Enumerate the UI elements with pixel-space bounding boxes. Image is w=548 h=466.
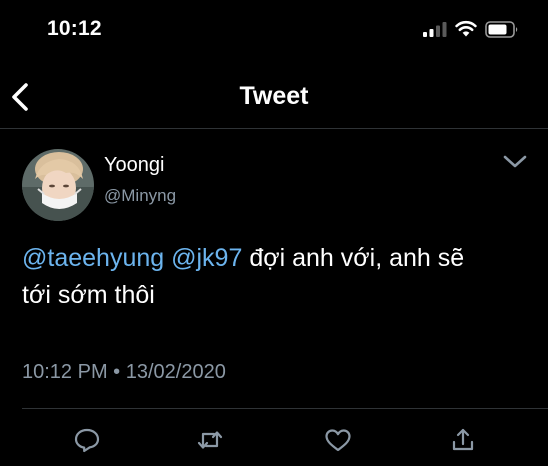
mention-link[interactable]: @taeehyung — [22, 244, 164, 272]
author-name[interactable]: Yoongi — [104, 154, 164, 177]
status-time: 10:12 — [47, 17, 102, 40]
tweet-text-line-2: tới sớm thôi — [22, 281, 155, 309]
wifi-icon — [455, 20, 477, 37]
chevron-down-icon — [503, 155, 527, 168]
cellular-signal-icon — [423, 22, 447, 37]
like-icon — [325, 429, 351, 452]
mention-link[interactable]: @jk97 — [171, 244, 242, 272]
nav-bar: Tweet — [0, 68, 548, 126]
battery-icon — [485, 21, 518, 38]
retweet-icon — [197, 431, 223, 449]
actions-divider — [22, 408, 548, 409]
avatar[interactable] — [22, 149, 94, 221]
avatar-image — [22, 149, 94, 221]
tweet-detail: Yoongi @Minyng @taeehyung @jk97 đợi anh … — [0, 129, 548, 466]
page-title: Tweet — [239, 82, 309, 110]
reply-icon — [74, 428, 100, 453]
share-button[interactable] — [448, 427, 478, 453]
tweet-timestamp: 10:12 PM • 13/02/2020 — [22, 361, 226, 383]
tweet-menu-button[interactable] — [500, 151, 530, 173]
like-button[interactable] — [323, 427, 353, 453]
tweet-text: @taeehyung @jk97 đợi anh với, anh sẽ tới … — [22, 240, 532, 314]
author-handle[interactable]: @Minyng — [104, 186, 176, 206]
retweet-button[interactable] — [195, 427, 225, 453]
share-icon — [452, 428, 474, 451]
status-bar: 10:12 — [0, 0, 548, 58]
tweet-text-line-1: đợi anh với, anh sẽ — [249, 244, 465, 272]
reply-button[interactable] — [72, 427, 102, 453]
